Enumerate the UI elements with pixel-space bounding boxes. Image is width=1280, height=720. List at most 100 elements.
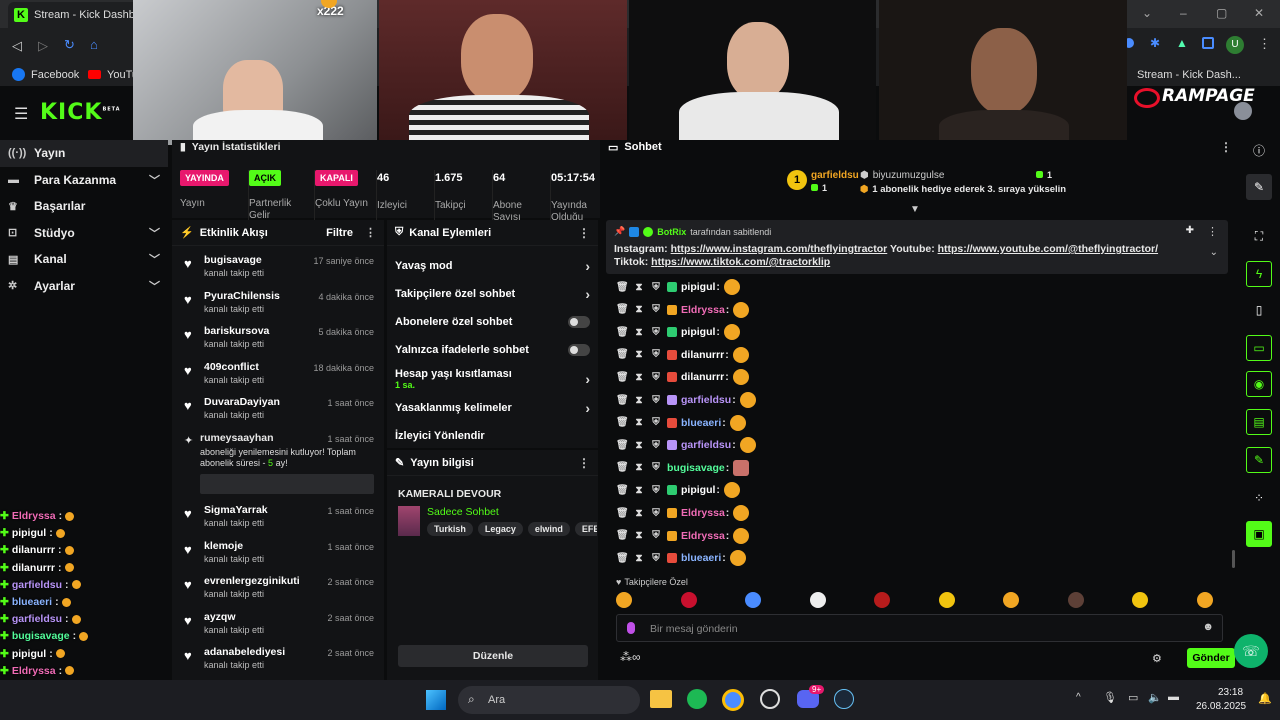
kebab-icon[interactable]: ⋮ bbox=[578, 226, 590, 240]
bookmark-facebook[interactable]: Facebook bbox=[31, 69, 79, 81]
delete-icon[interactable]: 🗑 bbox=[616, 282, 629, 293]
ban-icon[interactable]: ⛨ bbox=[650, 485, 662, 496]
ban-icon[interactable]: ⛨ bbox=[650, 462, 662, 473]
delete-icon[interactable]: 🗑 bbox=[616, 462, 629, 473]
close-icon[interactable]: ✕ bbox=[1254, 6, 1264, 20]
kebab-icon[interactable]: ⋮ bbox=[1207, 225, 1218, 238]
chat-username[interactable]: Eldryssa bbox=[681, 507, 725, 519]
delete-icon[interactable]: 🗑 bbox=[616, 372, 629, 383]
file-explorer-icon[interactable] bbox=[650, 690, 672, 708]
back-icon[interactable]: ◁ bbox=[12, 38, 22, 54]
kebab-icon[interactable]: ⋮ bbox=[1220, 140, 1232, 154]
battery-icon[interactable]: ▬ bbox=[1168, 691, 1179, 703]
delete-icon[interactable]: 🗑 bbox=[616, 417, 629, 428]
nav-item-studyo[interactable]: ⊡ Stüdyo ﹀ bbox=[0, 220, 168, 247]
chat-input[interactable]: Bir mesaj gönderin ☻ bbox=[616, 614, 1223, 642]
leader1-name[interactable]: garfieldsu bbox=[811, 170, 859, 181]
document-icon[interactable]: ▯ bbox=[1246, 297, 1272, 323]
puzzle-icon[interactable]: ✱ bbox=[1150, 36, 1160, 50]
banned-words-row[interactable]: Yasaklanmış kelimeler › bbox=[387, 394, 598, 422]
timeout-icon[interactable]: ⧗ bbox=[633, 372, 645, 383]
emote-option-icon[interactable] bbox=[745, 592, 761, 608]
chat-username[interactable]: dilanurrr bbox=[681, 371, 724, 383]
delete-icon[interactable]: 🗑 bbox=[616, 530, 629, 541]
delete-icon[interactable]: 🗑 bbox=[616, 349, 629, 360]
chat-username[interactable]: pipigul bbox=[681, 484, 715, 496]
tag-chip[interactable]: Legacy bbox=[477, 522, 523, 536]
windows-start-icon[interactable] bbox=[426, 690, 446, 710]
account-age-row[interactable]: Hesap yaşı kısıtlaması 1 sa. › bbox=[387, 364, 598, 394]
clock-date[interactable]: 26.08.2025 bbox=[1196, 701, 1246, 712]
ban-icon[interactable]: ⛨ bbox=[650, 372, 662, 383]
minimize-icon[interactable]: – bbox=[1180, 6, 1187, 20]
profile-avatar[interactable]: U bbox=[1226, 36, 1244, 54]
subs-only-toggle[interactable] bbox=[568, 316, 590, 328]
ban-icon[interactable]: ⛨ bbox=[650, 530, 662, 541]
timeout-icon[interactable]: ⧗ bbox=[633, 417, 645, 428]
broadcast-icon[interactable]: ◉ bbox=[1246, 371, 1272, 397]
unpin-icon[interactable]: ✚ bbox=[1186, 225, 1194, 236]
steam-icon[interactable] bbox=[834, 689, 854, 709]
instagram-link[interactable]: https://www.instagram.com/theflyingtract… bbox=[671, 243, 888, 255]
mic-tray-icon[interactable]: 🎙 bbox=[1103, 691, 1117, 704]
chat-username[interactable]: Eldryssa bbox=[681, 530, 725, 542]
tag-chip[interactable]: EFEUYG bbox=[574, 522, 597, 536]
emote-option-icon[interactable] bbox=[680, 592, 697, 608]
microphone-icon[interactable] bbox=[627, 622, 635, 634]
wrench-icon[interactable]: ✎ bbox=[1246, 447, 1272, 473]
home-icon[interactable]: ⌂ bbox=[90, 37, 98, 52]
delete-icon[interactable]: 🗑 bbox=[616, 485, 629, 496]
nav-item-ayarlar[interactable]: ✲ Ayarlar ﹀ bbox=[0, 273, 168, 300]
forward-icon[interactable]: ▷ bbox=[38, 38, 48, 54]
slow-mode-row[interactable]: Yavaş mod › bbox=[387, 252, 598, 280]
ban-icon[interactable]: ⛨ bbox=[650, 553, 662, 564]
chat-username[interactable]: garfieldsu bbox=[681, 439, 731, 451]
emote-option-icon[interactable] bbox=[1196, 592, 1213, 608]
viewer-redirect-row[interactable]: İzleyici Yönlendir bbox=[387, 422, 598, 450]
nav-item-para-kazanma[interactable]: ▬ Para Kazanma ﹀ bbox=[0, 167, 168, 194]
nav-item-yayin[interactable]: ((·)) Yayın bbox=[0, 140, 168, 167]
filter-button[interactable]: Filtre bbox=[326, 227, 353, 239]
infinity-icon[interactable]: ⁂∞ bbox=[620, 650, 641, 664]
emote-option-icon[interactable] bbox=[938, 592, 955, 608]
ban-icon[interactable]: ⛨ bbox=[650, 349, 662, 360]
layout-icon[interactable]: ▤ bbox=[1246, 409, 1272, 435]
pencil-icon[interactable]: ✎ bbox=[1246, 174, 1272, 200]
timeout-icon[interactable]: ⧗ bbox=[633, 304, 645, 315]
category-name[interactable]: Sadece Sohbet bbox=[427, 506, 499, 518]
ban-icon[interactable]: ⛨ bbox=[650, 282, 662, 293]
menu-icon[interactable]: ⋮ bbox=[1258, 36, 1271, 52]
lightning-icon[interactable]: ϟ bbox=[1246, 261, 1272, 287]
chat-username[interactable]: garfieldsu bbox=[681, 394, 731, 406]
ban-icon[interactable]: ⛨ bbox=[650, 440, 662, 451]
emote-option-icon[interactable] bbox=[616, 592, 632, 608]
timeout-icon[interactable]: ⧗ bbox=[633, 485, 645, 496]
ban-icon[interactable]: ⛨ bbox=[650, 395, 662, 406]
chat-scrollbar[interactable] bbox=[1232, 550, 1235, 568]
clip-icon[interactable]: ▣ bbox=[1246, 521, 1272, 547]
delete-icon[interactable]: 🗑 bbox=[616, 440, 629, 451]
timeout-icon[interactable]: ⧗ bbox=[633, 395, 645, 406]
expand-pinned-icon[interactable]: ⌄ bbox=[1210, 247, 1218, 258]
timeout-icon[interactable]: ⧗ bbox=[633, 530, 645, 541]
kebab-icon[interactable]: ⋮ bbox=[578, 456, 590, 470]
chrome-icon[interactable] bbox=[722, 689, 744, 711]
support-chat-icon[interactable]: ☏ bbox=[1234, 634, 1268, 668]
chat-username[interactable]: blueaeri bbox=[681, 552, 721, 564]
chat-username[interactable]: blueaeri bbox=[681, 417, 721, 429]
user-avatar[interactable] bbox=[1234, 102, 1252, 120]
timeout-icon[interactable]: ⧗ bbox=[633, 462, 645, 473]
tag-chip[interactable]: elwind bbox=[527, 522, 570, 536]
emote-option-icon[interactable] bbox=[1067, 592, 1084, 608]
emote-option-icon[interactable] bbox=[874, 592, 890, 608]
tab-search-icon[interactable]: ⌄ bbox=[1142, 6, 1152, 20]
ban-icon[interactable]: ⛨ bbox=[650, 304, 662, 315]
maximize-icon[interactable]: ▢ bbox=[1216, 6, 1227, 20]
ban-icon[interactable]: ⛨ bbox=[650, 327, 662, 338]
chat-username[interactable]: pipigul bbox=[681, 281, 715, 293]
network-icon[interactable]: ▭ bbox=[1128, 691, 1138, 704]
edit-button[interactable]: Düzenle bbox=[398, 645, 588, 667]
tiktok-link[interactable]: https://www.tiktok.com/@tractorklip bbox=[651, 256, 830, 268]
apps-icon[interactable]: ⁘ bbox=[1246, 485, 1272, 511]
delete-icon[interactable]: 🗑 bbox=[616, 553, 629, 564]
